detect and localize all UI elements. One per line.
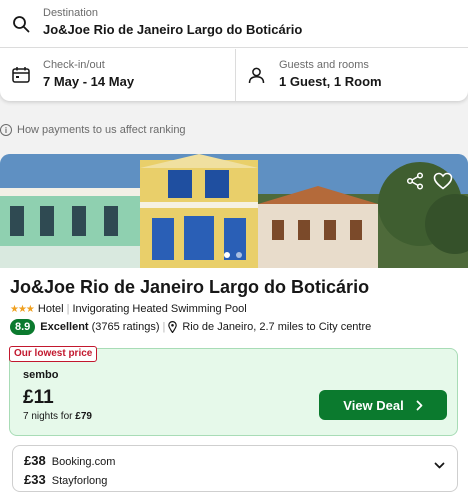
dates-value: 7 May - 14 May	[43, 74, 135, 89]
info-icon: i	[0, 124, 12, 136]
other-deal-row: £33 Stayforlong	[24, 472, 107, 487]
calendar-icon	[12, 66, 30, 84]
search-icon	[12, 15, 30, 33]
deal-price: £11	[23, 387, 54, 408]
carousel-dot[interactable]	[224, 252, 230, 258]
hotel-amenity: Invigorating Heated Swimming Pool	[72, 303, 247, 315]
hotel-type: Hotel	[37, 303, 64, 315]
guests-field[interactable]: Guests and rooms 1 Guest, 1 Room	[236, 49, 468, 101]
rating-score-badge: 8.9	[10, 319, 36, 335]
share-icon	[406, 172, 424, 190]
other-deal-price: £33	[24, 472, 46, 487]
favorite-button[interactable]	[428, 166, 458, 196]
location-pin-icon	[168, 321, 178, 333]
search-summary-card: Destination Jo&Joe Rio de Janeiro Largo …	[0, 0, 468, 101]
heart-icon	[433, 172, 453, 190]
view-deal-button[interactable]: View Deal	[319, 390, 447, 420]
destination-value: Jo&Joe Rio de Janeiro Largo do Boticário	[43, 22, 303, 37]
other-deal-provider: Stayforlong	[51, 475, 108, 487]
destination-row[interactable]: Destination Jo&Joe Rio de Janeiro Largo …	[0, 0, 468, 48]
destination-label: Destination	[43, 7, 99, 19]
hotel-location: Rio de Janeiro, 2.7 miles to City centre	[182, 321, 372, 333]
lowest-price-badge: Our lowest price	[9, 346, 98, 362]
rating-separator: |	[162, 321, 166, 333]
rating-row: 8.9 Excellent (3765 ratings) | Rio de Ja…	[10, 319, 371, 335]
person-icon	[247, 66, 265, 84]
photo-carousel-dots[interactable]	[224, 252, 242, 258]
hotel-name[interactable]: Jo&Joe Rio de Janeiro Largo do Boticário	[10, 276, 369, 298]
nights-summary: 7 nights for £79	[23, 411, 92, 422]
chevron-right-icon	[416, 400, 423, 410]
nights-total: £79	[75, 411, 92, 422]
rating-count: (3765 ratings)	[91, 321, 160, 333]
guests-label: Guests and rooms	[279, 59, 369, 71]
dates-field[interactable]: Check-in/out 7 May - 14 May	[0, 49, 235, 101]
ranking-info-text: How payments to us affect ranking	[17, 124, 186, 136]
view-deal-label: View Deal	[343, 397, 404, 413]
star-rating-icon: ★★★	[10, 303, 35, 315]
meta-separator: |	[66, 303, 70, 315]
hotel-photo[interactable]	[0, 154, 468, 268]
hotel-result-card[interactable]: Jo&Joe Rio de Janeiro Largo do Boticário…	[0, 154, 468, 502]
carousel-dot[interactable]	[236, 252, 242, 258]
other-deal-price: £38	[24, 453, 46, 468]
hotel-meta: ★★★ Hotel | Invigorating Heated Swimming…	[10, 303, 247, 315]
share-button[interactable]	[400, 166, 430, 196]
chevron-down-icon[interactable]	[434, 462, 445, 469]
deal-provider: sembo	[23, 369, 59, 381]
nights-prefix: 7 nights for	[23, 411, 73, 422]
other-deal-provider: Booking.com	[51, 456, 116, 468]
other-deal-row: £38 Booking.com	[24, 453, 115, 468]
other-deals-dropdown[interactable]: £38 Booking.com £33 Stayforlong	[12, 445, 458, 492]
ranking-info-link[interactable]: i How payments to us affect ranking	[0, 122, 186, 138]
rating-word: Excellent	[40, 321, 89, 333]
dates-label: Check-in/out	[43, 59, 105, 71]
guests-value: 1 Guest, 1 Room	[279, 74, 382, 89]
